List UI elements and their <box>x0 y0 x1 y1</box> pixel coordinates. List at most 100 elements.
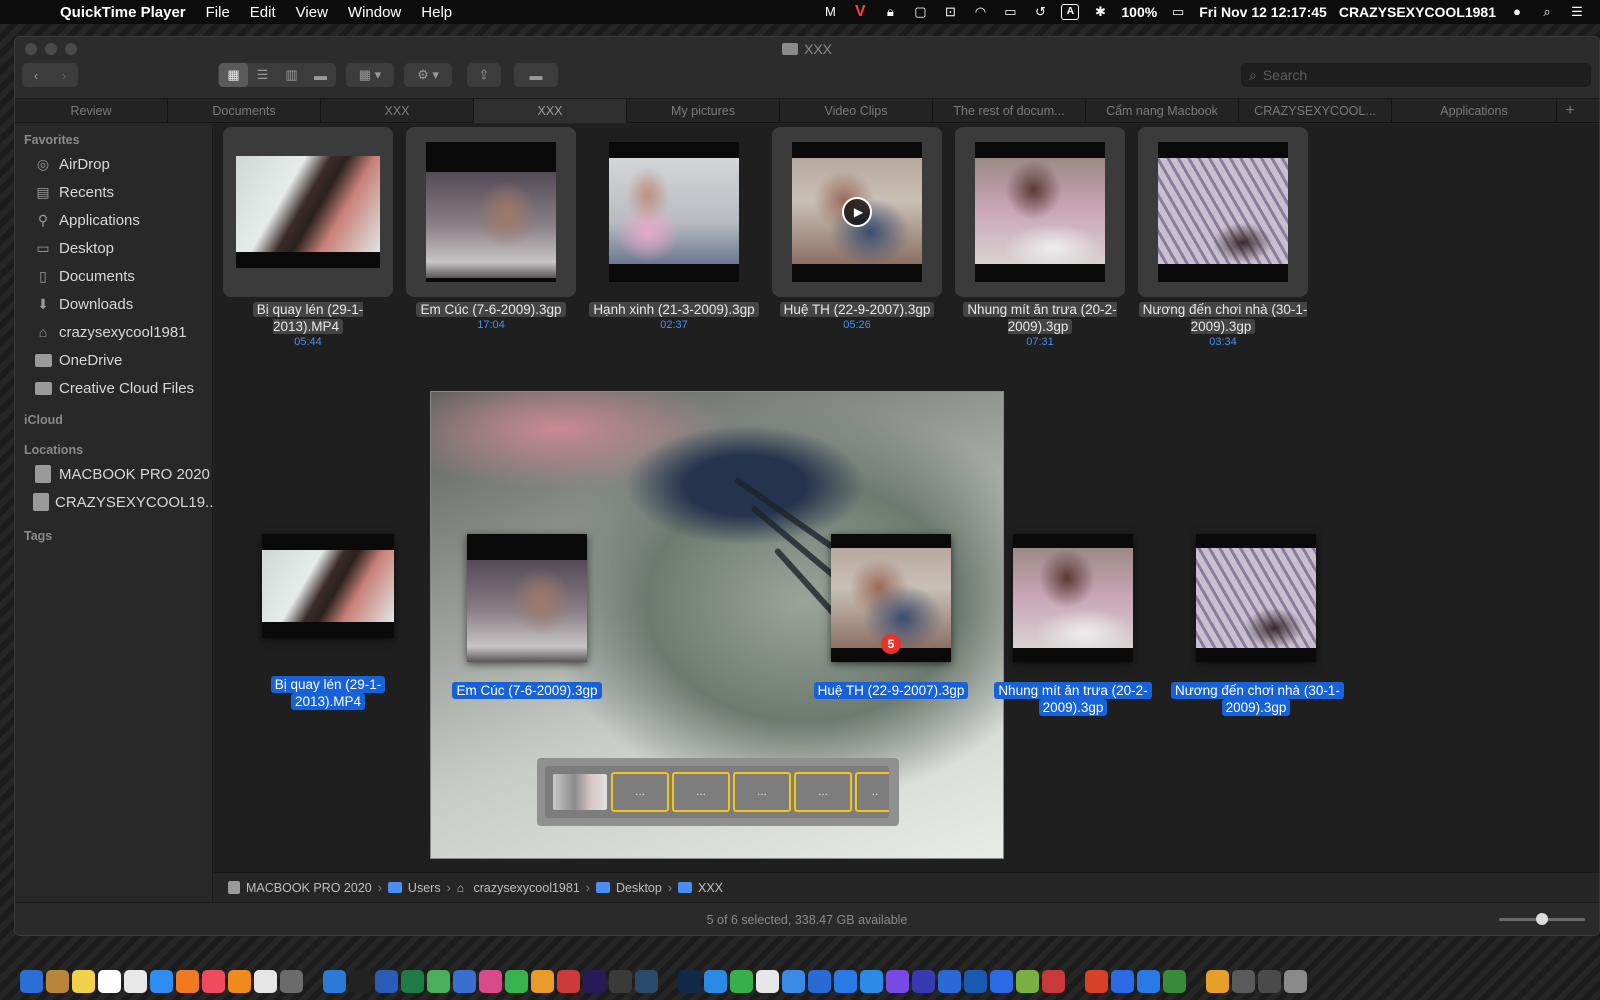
sidebar-item-documents[interactable]: ▯ Documents <box>15 262 212 290</box>
filmstrip-frame-current[interactable] <box>553 774 607 810</box>
file-item[interactable]: Nương đến chơi nhà (30-1-2009).3gp 03:34 <box>1138 127 1308 348</box>
dock-notes-icon[interactable] <box>46 970 69 993</box>
dock-chrome-alt-icon[interactable] <box>1163 970 1186 993</box>
dock-safari-icon[interactable] <box>704 970 727 993</box>
sidebar-item-external-drive[interactable]: CRAZYSEXYCOOL19... <box>15 488 218 516</box>
wifi-icon[interactable]: ◠ <box>971 4 989 20</box>
dock-zalo-icon[interactable] <box>834 970 857 993</box>
control-center-icon[interactable]: ☰ <box>1568 4 1586 20</box>
sidebar-item-macbook[interactable]: MACBOOK PRO 2020 <box>15 460 212 488</box>
gallery-view-button[interactable]: ▬ <box>306 63 335 87</box>
battery-icon[interactable]: ▭ <box>1169 4 1187 20</box>
tab-xxx[interactable]: XXX <box>321 99 474 123</box>
dock-keynote-icon[interactable] <box>453 970 476 993</box>
dock-skype-icon[interactable] <box>808 970 831 993</box>
dock-launchpad-icon[interactable] <box>479 970 502 993</box>
dock-screen-recorder-icon[interactable] <box>1258 970 1281 993</box>
dock-chrome-icon[interactable] <box>756 970 779 993</box>
battery-percent[interactable]: 100% <box>1121 4 1157 20</box>
dock-vlc-icon[interactable] <box>228 970 251 993</box>
help-menu[interactable]: Help <box>421 4 452 21</box>
dock-translate-icon[interactable] <box>938 970 961 993</box>
dock-maps-icon[interactable] <box>427 970 450 993</box>
dock-evernote-icon[interactable] <box>730 970 753 993</box>
filmstrip-frame[interactable]: .. <box>855 772 889 812</box>
dock-lightroom-icon[interactable] <box>635 970 658 993</box>
dock-android-studio-icon[interactable] <box>1016 970 1039 993</box>
dock-books-icon[interactable] <box>176 970 199 993</box>
path-item-desktop[interactable]: Desktop <box>595 881 662 895</box>
sidebar-item-applications[interactable]: ⚲ Applications <box>15 206 212 234</box>
tab-my-pictures[interactable]: My pictures <box>627 99 780 123</box>
file-item[interactable]: Nhung mít ăn trưa (20-2-2009).3gp 07:31 <box>955 127 1125 348</box>
dock-calendar-icon[interactable] <box>98 970 121 993</box>
spotlight-icon[interactable]: ⌕ <box>1538 4 1556 20</box>
sidebar-item-onedrive[interactable]: OneDrive <box>15 346 212 374</box>
dock-pages-icon[interactable] <box>782 970 805 993</box>
dock-photoshop-icon[interactable] <box>678 970 701 993</box>
airplay-icon[interactable]: ▭ <box>1001 4 1019 20</box>
dock-pdf-viewer-icon[interactable] <box>557 970 580 993</box>
dragged-file[interactable]: 5 Huệ TH (22-9-2007).3gp <box>806 534 976 699</box>
tab-review[interactable]: Review <box>15 99 168 123</box>
tab-cam-nang-macbook[interactable]: Cẩm nang Macbook <box>1086 99 1239 123</box>
app-menu[interactable]: QuickTime Player <box>60 4 186 21</box>
view-menu[interactable]: View <box>296 4 328 21</box>
path-item-home[interactable]: ⌂ crazysexycool1981 <box>457 881 580 895</box>
dock-app-store-icon[interactable] <box>150 970 173 993</box>
edit-menu[interactable]: Edit <box>250 4 276 21</box>
dock-pages-alt-icon[interactable] <box>531 970 554 993</box>
vivaldi-icon[interactable]: V <box>851 4 869 20</box>
filmstrip-frame[interactable]: ... <box>794 772 852 812</box>
play-icon[interactable]: ▶ <box>842 197 872 227</box>
sidebar-item-downloads[interactable]: ⬇ Downloads <box>15 290 212 318</box>
user-menu[interactable]: CRAZYSEXYCOOL1981 <box>1339 4 1496 20</box>
file-thumbnail[interactable]: ▶ <box>772 127 942 297</box>
path-item-users[interactable]: Users <box>387 881 441 895</box>
dock-bluetooth-icon[interactable] <box>1111 970 1134 993</box>
filmstrip-frame[interactable]: ... <box>733 772 791 812</box>
dock-screenshot-icon[interactable] <box>1232 970 1255 993</box>
dock-trash-icon[interactable] <box>1284 970 1307 993</box>
tab-crazysexycool[interactable]: CRAZYSEXYCOOL... <box>1239 99 1392 123</box>
forward-button[interactable]: › <box>50 68 78 83</box>
file-item[interactable]: Hạnh xinh (21-3-2009).3gp 02:37 <box>589 127 759 331</box>
file-thumbnail[interactable] <box>955 127 1125 297</box>
file-item[interactable]: Bị quay lén (29-1-2013).MP4 05:44 <box>223 127 393 348</box>
dock-music-icon[interactable] <box>202 970 225 993</box>
dock-1password-icon[interactable] <box>964 970 987 993</box>
sidebar-item-creative-cloud[interactable]: Creative Cloud Files <box>15 374 212 402</box>
file-item[interactable]: ▶ Huệ TH (22-9-2007).3gp 05:26 <box>772 127 942 331</box>
dock-textedit-icon[interactable] <box>254 970 277 993</box>
time-machine-icon[interactable]: ↺ <box>1031 4 1049 20</box>
dock-stickies-icon[interactable] <box>72 970 95 993</box>
sidebar-item-airdrop[interactable]: ◎ AirDrop <box>15 150 212 178</box>
dock-instastats-icon[interactable] <box>912 970 935 993</box>
new-tab-button[interactable]: + <box>1557 99 1583 122</box>
share-button[interactable]: ⇪ <box>467 63 501 87</box>
dragged-file[interactable]: Nhung mít ăn trưa (20-2-2009).3gp <box>988 534 1158 716</box>
file-item[interactable]: Em Cúc (7-6-2009).3gp 17:04 <box>406 127 576 331</box>
column-view-button[interactable]: ▥ <box>277 63 306 87</box>
file-thumbnail[interactable] <box>589 127 759 297</box>
file-thumbnail[interactable] <box>406 127 576 297</box>
back-button[interactable]: ‹ <box>22 68 50 83</box>
path-item-xxx[interactable]: XXX <box>678 881 723 895</box>
icon-size-slider[interactable] <box>1499 913 1585 925</box>
dock-premiere-pro-icon[interactable] <box>583 970 606 993</box>
dock-messenger-icon[interactable] <box>886 970 909 993</box>
dock-numbers-icon[interactable] <box>505 970 528 993</box>
window-icon[interactable]: ▢ <box>911 4 929 20</box>
sidebar-item-desktop[interactable]: ▭ Desktop <box>15 234 212 262</box>
action-gear-button[interactable]: ⚙ ▾ <box>404 63 452 87</box>
lock-icon[interactable]: 🔒︎ <box>881 4 899 20</box>
dock-teamviewer-icon[interactable] <box>323 970 346 993</box>
siri-icon[interactable]: ● <box>1508 4 1526 20</box>
dock-zalo-alt-icon[interactable] <box>1137 970 1160 993</box>
dock-pdf-expert-icon[interactable] <box>1042 970 1065 993</box>
icon-view-button[interactable]: ▦ <box>219 63 248 87</box>
file-menu[interactable]: File <box>206 4 230 21</box>
file-thumbnail[interactable] <box>1138 127 1308 297</box>
list-view-button[interactable]: ☰ <box>248 63 277 87</box>
sidebar-item-home[interactable]: ⌂ crazysexycool1981 <box>15 318 212 346</box>
